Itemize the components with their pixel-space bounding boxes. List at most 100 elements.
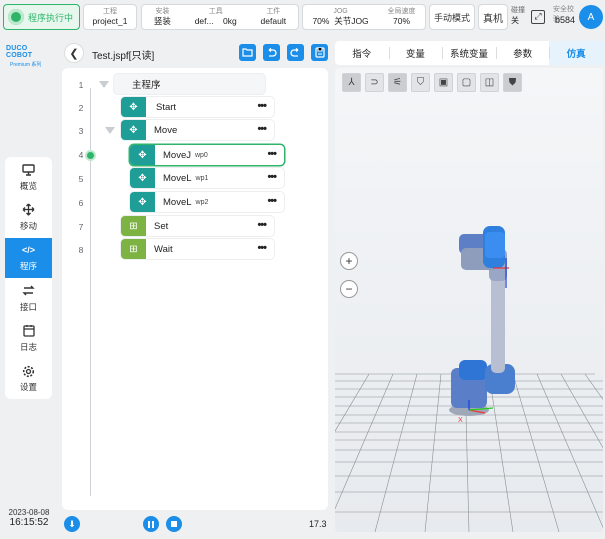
collision-status[interactable]: 碰撞 关	[511, 6, 529, 26]
install-value: 竖装	[153, 16, 171, 26]
tree-node-movel-1[interactable]: ✥ MoveL wp1 •••	[130, 168, 284, 188]
tcp-shield-icon: ⛊	[508, 77, 517, 88]
jog-key: JOG	[333, 8, 348, 15]
nav-label-log: 日志	[19, 341, 37, 352]
tree-node-move[interactable]: ✥ Move •••	[121, 120, 274, 140]
move-icon: ✥	[121, 120, 146, 140]
zoom-out-button[interactable]: −	[340, 280, 358, 298]
collapse-icon[interactable]	[105, 127, 115, 134]
safety-value: b584	[555, 15, 576, 25]
manual-mode-button[interactable]: 手动模式	[429, 4, 475, 30]
run-status-badge[interactable]: 程序执行中	[3, 4, 80, 30]
nav-label-settings: 设置	[19, 382, 37, 393]
save-button[interactable]	[311, 44, 328, 61]
safety-check[interactable]: ⤢ 安全校验 b584	[531, 4, 577, 30]
jog-speed: 70%	[312, 16, 330, 26]
node-label: MoveJ	[163, 149, 191, 161]
tree-node-movel-2[interactable]: ✥ MoveL wp2 •••	[130, 192, 284, 212]
line-number: 7	[78, 222, 84, 232]
simulation-viewport[interactable]: X	[335, 68, 603, 532]
node-label: 主程序	[132, 80, 161, 91]
run-status-label: 程序执行中	[28, 12, 74, 23]
open-folder-button[interactable]	[239, 44, 256, 61]
cube-top-button[interactable]: ▢	[457, 73, 476, 92]
tree-node-movej[interactable]: ✥ MoveJ wp0 •••	[130, 145, 284, 165]
jog-field: JOG 70% 关节JOG	[309, 7, 371, 27]
nav-item-move[interactable]: 移动	[5, 197, 52, 237]
more-icon[interactable]: •••	[257, 219, 267, 231]
tool-name: def...	[194, 16, 214, 26]
more-icon[interactable]: •••	[257, 242, 267, 254]
tree-node-start[interactable]: ✥ Start •••	[121, 97, 274, 117]
more-icon[interactable]: •••	[267, 171, 277, 183]
save-icon	[314, 47, 325, 58]
install-field: 安装 竖装	[151, 7, 174, 27]
move-icon	[22, 203, 36, 217]
expand-icon: ⤢	[531, 10, 545, 24]
jog-mode: 关节JOG	[334, 16, 369, 26]
cube-front-button[interactable]: ▣	[434, 73, 453, 92]
calendar-icon	[22, 324, 36, 338]
tree-node-wait[interactable]: ⊞ Wait •••	[121, 239, 274, 259]
redo-icon	[290, 47, 299, 57]
node-label: Start	[156, 101, 177, 113]
zoom-in-button[interactable]: +	[340, 252, 358, 270]
tab-simulation[interactable]: 仿真	[549, 41, 603, 65]
nav-item-overview[interactable]: 概览	[5, 157, 52, 197]
pause-button[interactable]	[143, 516, 159, 532]
more-icon[interactable]: •••	[257, 123, 267, 135]
folder-icon	[242, 48, 253, 57]
grid-icon: ⊞	[121, 216, 146, 236]
x-axis-label: X	[458, 417, 463, 424]
install-tool-workpiece-box[interactable]: 安装 竖装 工具 def... 0kg 工件 default	[141, 4, 299, 30]
tab-system-variables[interactable]: 系统变量	[442, 41, 496, 65]
undo-button[interactable]	[263, 44, 280, 61]
nav-item-program[interactable]: </> 程序	[5, 237, 52, 278]
cube-side-button[interactable]: ◫	[480, 73, 499, 92]
back-button[interactable]: ❮	[64, 43, 84, 63]
side-nav: 概览 移动 </> 程序 接口 日志 设置	[5, 157, 52, 399]
path-view-button[interactable]: ⊃	[365, 73, 384, 92]
stop-button[interactable]	[166, 516, 182, 532]
node-label: MoveL	[163, 172, 192, 184]
more-icon[interactable]: •••	[267, 148, 277, 160]
axis-view-button[interactable]: ⅄	[342, 73, 361, 92]
download-button[interactable]: ⬇	[64, 516, 80, 532]
nav-item-settings[interactable]: 设置	[5, 358, 52, 398]
global-speed-field: 全局速度 70%	[385, 7, 419, 27]
more-icon[interactable]: •••	[267, 195, 277, 207]
jog-speed-box[interactable]: JOG 70% 关节JOG 全局速度 70%	[302, 4, 426, 30]
code-icon: </>	[21, 245, 35, 256]
line-number: 2	[78, 103, 84, 113]
tool-view-button[interactable]: ⚟	[388, 73, 407, 92]
redo-button[interactable]	[287, 44, 304, 61]
tree-node-main[interactable]: 主程序	[114, 74, 265, 94]
shield-view-button[interactable]: ⛉	[411, 73, 430, 92]
tab-parameters[interactable]: 参数	[495, 41, 550, 65]
logo-edition: Premium 系列	[10, 62, 42, 68]
cube-icon: ▢	[461, 77, 472, 88]
workpiece-key: 工件	[266, 8, 281, 15]
nav-item-interface[interactable]: 接口	[5, 278, 52, 318]
tab-variables[interactable]: 变量	[388, 41, 443, 65]
more-icon[interactable]: •••	[257, 100, 267, 112]
nav-item-log[interactable]: 日志	[5, 318, 52, 358]
tree-node-set[interactable]: ⊞ Set •••	[121, 216, 274, 236]
user-avatar[interactable]: A	[579, 5, 603, 29]
line-number: 8	[78, 245, 84, 255]
path-icon: ⊃	[370, 77, 379, 88]
tcp-view-button[interactable]: ⛊	[503, 73, 522, 92]
robot-scene: X	[335, 226, 603, 532]
workpiece-field: 工件 default	[258, 7, 290, 27]
real-robot-button[interactable]: 真机	[478, 4, 508, 30]
collapse-icon[interactable]	[99, 81, 109, 88]
clock: 2023-08-08 16:15:52	[0, 508, 58, 528]
collision-value: 关	[511, 16, 519, 25]
project-box[interactable]: 工程 project_1	[83, 4, 137, 30]
grid-icon: ⊞	[121, 239, 146, 259]
tab-instructions[interactable]: 指令	[335, 41, 389, 65]
project-value: project_1	[92, 16, 128, 26]
tool-icon: ⚟	[393, 77, 402, 88]
node-label: Set	[154, 220, 169, 232]
project-key: 工程	[103, 8, 117, 15]
